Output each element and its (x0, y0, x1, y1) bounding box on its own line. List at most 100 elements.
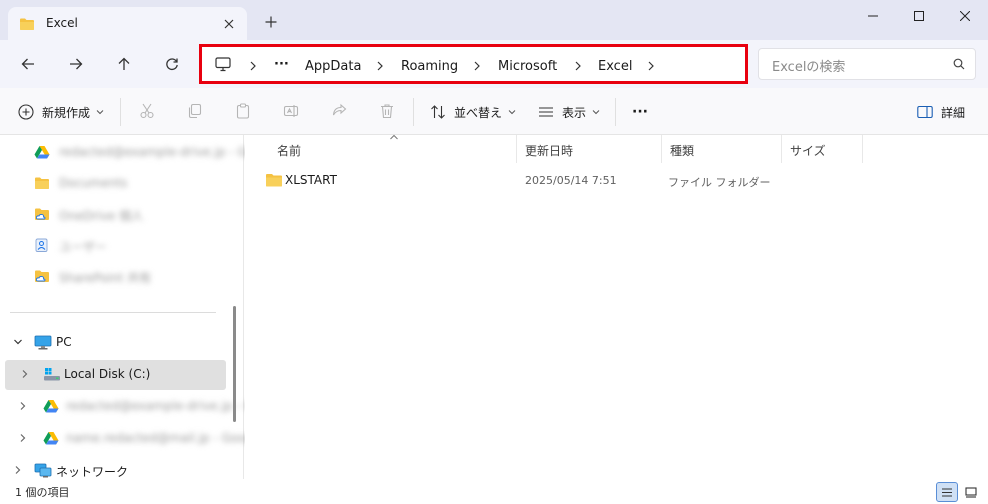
sidebar-item-onedrive[interactable]: OneDrive 個人 (0, 200, 226, 230)
view-button[interactable]: 表示 (538, 101, 600, 123)
new-tab-icon[interactable] (262, 13, 280, 31)
sort-icon (430, 104, 446, 120)
column-header-type[interactable]: 種類 (662, 135, 782, 163)
sidebar-item-label: OneDrive 個人 (59, 209, 144, 223)
chevron-right-icon[interactable] (574, 60, 584, 72)
cloud-folder-icon (34, 207, 50, 221)
copy-icon[interactable] (187, 103, 203, 119)
search-icon[interactable] (953, 58, 965, 70)
command-toolbar: 新規作成 並べ替え 表示 ··· 詳細 (0, 88, 988, 135)
cut-icon[interactable] (139, 103, 155, 119)
search-placeholder: Excelの検索 (772, 60, 846, 75)
sidebar-item-label: name.redacted@mail.jp - Goog... (66, 431, 265, 445)
breadcrumb-appdata[interactable]: AppData (305, 59, 361, 74)
search-input[interactable]: Excelの検索 (758, 48, 976, 80)
file-type: ファイル フォルダー (668, 176, 771, 189)
breadcrumb-overflow[interactable]: ··· (274, 57, 289, 72)
chevron-right-icon[interactable] (20, 369, 30, 379)
details-view-button[interactable] (936, 482, 958, 502)
maximize-icon (914, 11, 924, 21)
sort-button[interactable]: 並べ替え (430, 101, 516, 123)
sidebar-item-documents[interactable]: Documents (0, 169, 226, 199)
minimize-icon (868, 11, 878, 21)
refresh-icon (165, 57, 179, 71)
delete-icon[interactable] (379, 103, 395, 119)
paste-icon[interactable] (235, 103, 251, 119)
sidebar-item-label: Local Disk (C:) (64, 367, 151, 381)
item-count: 1 個の項目 (15, 486, 70, 499)
sidebar-item-label: redacted@example-drive.jp - Go... (59, 145, 266, 159)
cloud-folder-icon (34, 269, 50, 283)
close-window-button[interactable] (942, 0, 988, 32)
chevron-right-icon[interactable] (473, 60, 483, 72)
pc-icon (34, 335, 52, 350)
file-modified: 2025/05/14 7:51 (525, 174, 617, 187)
details-pane-button[interactable]: 詳細 (917, 101, 965, 123)
chevron-right-icon[interactable] (249, 60, 259, 72)
sidebar-item-label: Documents (59, 176, 128, 190)
sidebar-item-user[interactable]: ユーザー (0, 231, 226, 261)
chevron-right-icon[interactable] (13, 465, 23, 475)
address-bar[interactable]: ··· AppData Roaming Microsoft Excel (199, 44, 748, 84)
new-button[interactable]: 新規作成 (18, 101, 104, 123)
close-icon (960, 11, 970, 21)
sidebar-item-sharepoint[interactable]: SharePoint 共有 (0, 262, 226, 292)
tiles-view-button[interactable] (960, 482, 982, 502)
pc-monitor-icon[interactable] (215, 57, 231, 72)
user-folder-icon (34, 238, 50, 252)
sidebar-item-pc[interactable]: PC (0, 328, 226, 358)
status-bar: 1 個の項目 (0, 479, 988, 504)
column-header-size[interactable]: サイズ (782, 135, 863, 163)
sidebar-item-google-drive-2[interactable]: redacted@example-drive.jp - Go... (0, 392, 272, 422)
tiles-view-icon (965, 486, 977, 498)
table-row[interactable]: XLSTART 2025/05/14 7:51 ファイル フォルダー (259, 169, 979, 191)
chevron-down-icon[interactable] (13, 337, 23, 347)
arrow-up-icon (117, 57, 131, 71)
breadcrumb-microsoft[interactable]: Microsoft (498, 59, 557, 74)
network-icon (34, 463, 52, 478)
view-lines-icon (538, 105, 554, 119)
chevron-down-icon (508, 109, 516, 115)
column-header-modified[interactable]: 更新日時 (517, 135, 662, 163)
share-icon[interactable] (331, 103, 347, 119)
view-label: 表示 (562, 105, 587, 120)
tab-excel[interactable]: Excel (8, 7, 247, 40)
chevron-right-icon[interactable] (18, 433, 28, 443)
forward-button[interactable] (64, 52, 88, 76)
file-list: 名前 更新日時 種類 サイズ XLSTART 2025/05/14 7:51 フ… (245, 134, 988, 479)
sidebar-item-google-drive[interactable]: redacted@example-drive.jp - Go... (0, 138, 265, 168)
chevron-right-icon[interactable] (18, 401, 28, 411)
close-tab-icon[interactable] (220, 15, 238, 33)
toolbar-divider (413, 98, 414, 126)
google-drive-icon (34, 145, 50, 159)
more-options-button[interactable]: ··· (632, 101, 648, 123)
chevron-right-icon[interactable] (647, 60, 657, 72)
minimize-button[interactable] (850, 0, 896, 32)
details-view-icon (941, 487, 953, 498)
breadcrumb-excel[interactable]: Excel (598, 59, 632, 74)
folder-icon (265, 172, 283, 188)
details-label: 詳細 (941, 105, 966, 120)
sidebar-item-label: PC (56, 335, 72, 349)
plus-circle-icon (18, 104, 34, 120)
chevron-down-icon (592, 109, 600, 115)
chevron-down-icon (96, 109, 104, 115)
back-button[interactable] (16, 52, 40, 76)
maximize-button[interactable] (896, 0, 942, 32)
breadcrumb-roaming[interactable]: Roaming (401, 59, 458, 74)
navigation-pane: redacted@example-drive.jp - Go... Docume… (0, 135, 272, 479)
sidebar-item-label: redacted@example-drive.jp - Go... (66, 399, 273, 413)
chevron-right-icon[interactable] (376, 60, 386, 72)
arrow-right-icon (69, 57, 83, 71)
refresh-button[interactable] (160, 52, 184, 76)
sidebar-scrollbar[interactable] (233, 306, 236, 422)
rename-icon[interactable] (283, 103, 299, 119)
sidebar-item-google-drive-3[interactable]: name.redacted@mail.jp - Goog... (0, 424, 265, 454)
column-header-name[interactable]: 名前 (269, 135, 517, 163)
details-pane-icon (917, 105, 933, 119)
up-button[interactable] (112, 52, 136, 76)
sidebar-item-label: SharePoint 共有 (59, 271, 152, 285)
sidebar-item-local-disk[interactable]: Local Disk (C:) (5, 360, 226, 390)
google-drive-icon (43, 399, 59, 413)
tab-title: Excel (46, 16, 78, 30)
